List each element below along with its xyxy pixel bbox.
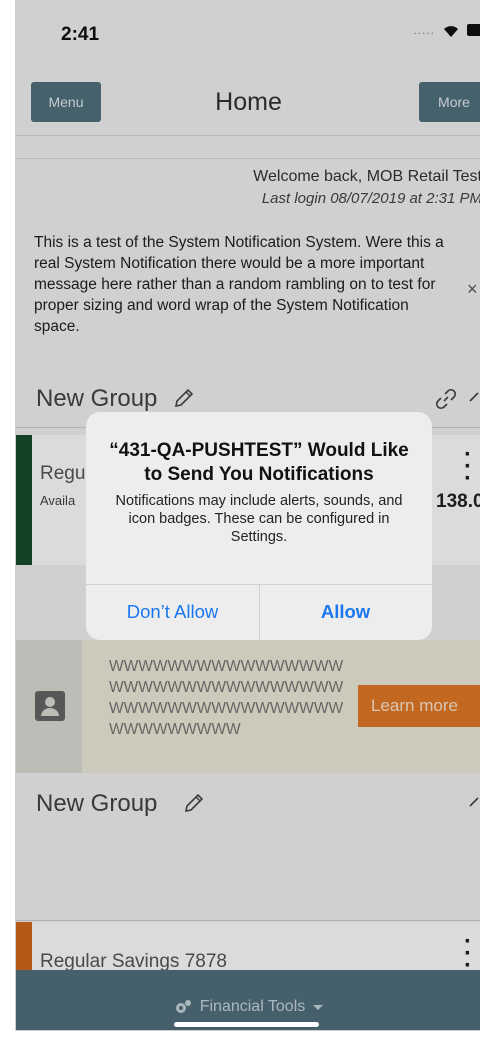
home-indicator[interactable] [174,1022,319,1027]
dont-allow-button[interactable]: Don’t Allow [86,584,259,640]
alert-message: Notifications may include alerts, sounds… [115,493,403,545]
alert-title: “431-QA-PUSHTEST” Would Like to Send You… [109,440,409,485]
notification-permission-alert: “431-QA-PUSHTEST” Would Like to Send You… [86,412,432,640]
phone-screen: 2:41 ..... Menu Home More Welcome back, … [15,0,480,1031]
allow-button[interactable]: Allow [259,584,432,640]
